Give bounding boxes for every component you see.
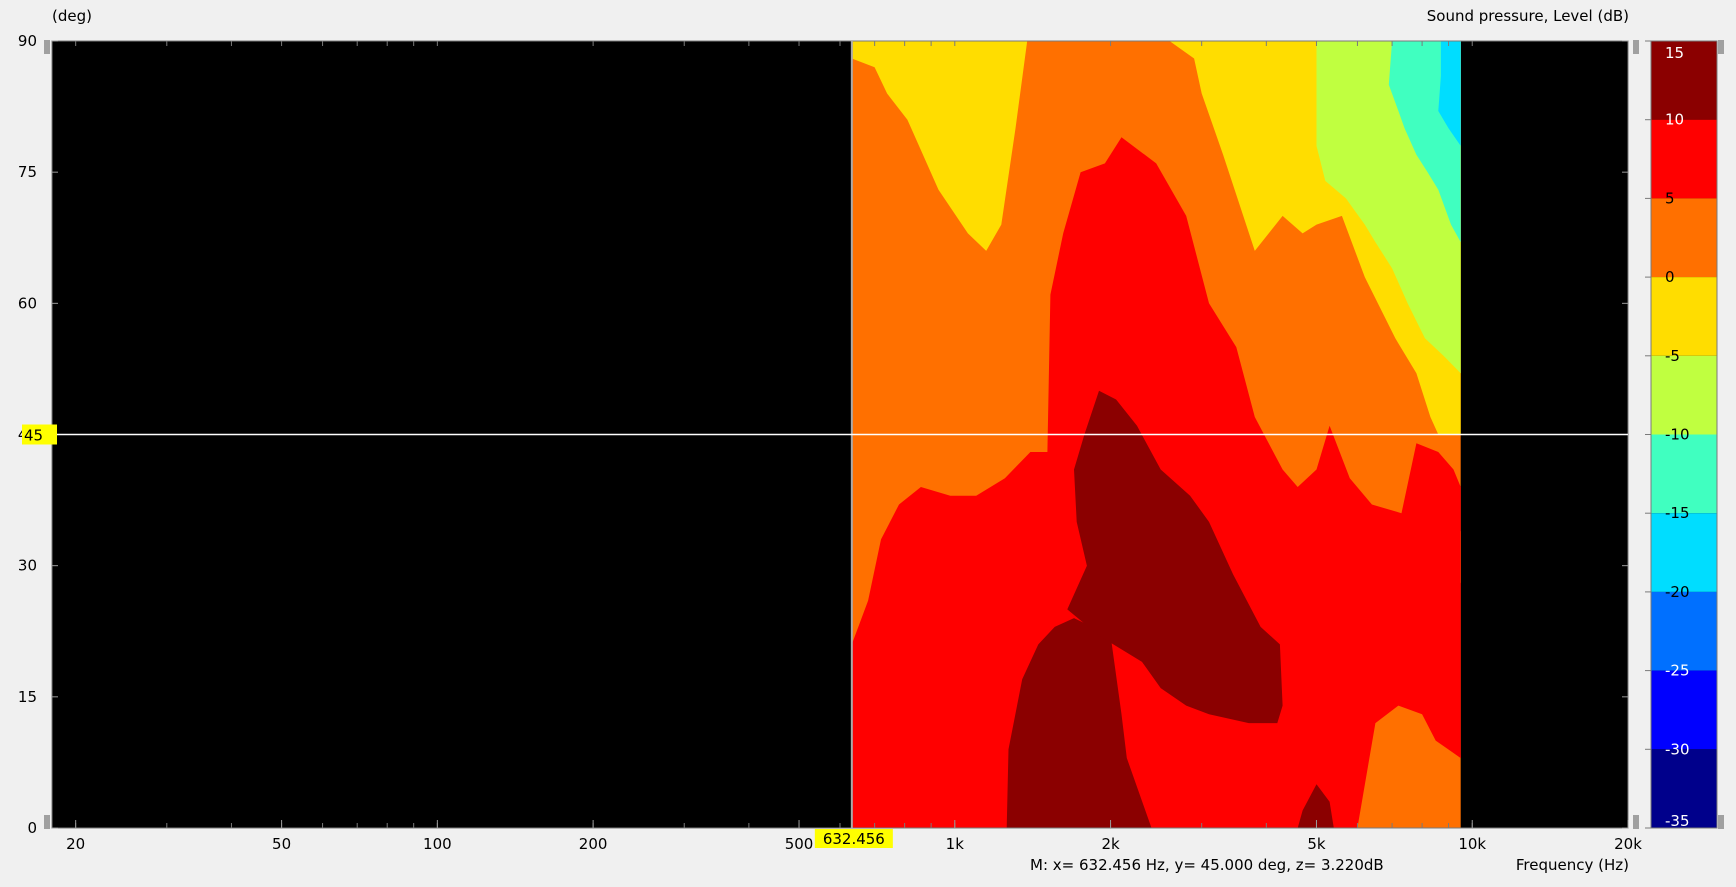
x-tick-label-500: 500	[785, 835, 814, 853]
y-tick-label-30: 30	[18, 557, 37, 575]
marker-y-label: 45	[24, 427, 43, 445]
colorbar-label-0: 0	[1665, 268, 1675, 286]
x-tick-label-1k: 1k	[946, 835, 965, 853]
y-tick-label-60: 60	[18, 294, 37, 312]
y-tick-label-0: 0	[27, 819, 37, 837]
y-scroll-handle-top[interactable]	[44, 40, 50, 54]
colorbar-label-10: 10	[1665, 111, 1684, 129]
colorbar-handle-bottom-right[interactable]	[1718, 815, 1724, 829]
colorbar-label-15: 15	[1665, 44, 1684, 62]
y-tick-label-15: 15	[18, 688, 37, 706]
x-tick-label-100: 100	[423, 835, 452, 853]
marker-readout: M: x= 632.456 Hz, y= 45.000 deg, z= 3.22…	[1030, 856, 1384, 874]
x-tick-label-50: 50	[272, 835, 291, 853]
colorbar-band	[1651, 591, 1717, 671]
y-tick-label-75: 75	[18, 163, 37, 181]
colorbar-label--15: -15	[1665, 504, 1690, 522]
chart-title: Sound pressure, Level (dB)	[1427, 7, 1629, 25]
colorbar-label-5: 5	[1665, 189, 1675, 207]
colorbar-label--10: -10	[1665, 426, 1690, 444]
colorbar-label--35: -35	[1665, 812, 1690, 830]
colorbar-handle-top[interactable]	[1633, 40, 1639, 54]
x-tick-label-20k: 20k	[1614, 835, 1642, 853]
colorbar-band	[1651, 670, 1717, 750]
colorbar-band	[1651, 355, 1717, 435]
colorbar-handle-top-right[interactable]	[1718, 40, 1724, 54]
heatmap-chart: (deg) Sound pressure, Level (dB) 20 50 100…	[18, 7, 1724, 874]
x-tick-label-10k: 10k	[1458, 835, 1486, 853]
colorbar-band	[1651, 277, 1717, 356]
colorbar-band	[1651, 513, 1717, 592]
y-tick-label-90: 90	[18, 32, 37, 50]
x-tick-label-20: 20	[66, 835, 85, 853]
colorbar-label--25: -25	[1665, 662, 1690, 680]
y-scroll-handle-bottom[interactable]	[44, 815, 50, 829]
colorbar-band	[1651, 434, 1717, 514]
x-tick-label-2k: 2k	[1101, 835, 1120, 853]
marker-x-label: 632.456	[823, 830, 885, 848]
colorbar-label--20: -20	[1665, 583, 1690, 601]
x-tick-label-5k: 5k	[1307, 835, 1326, 853]
colorbar-handle-bottom[interactable]	[1633, 815, 1639, 829]
colorbar-band	[1651, 119, 1717, 199]
colorbar-label--5: -5	[1665, 347, 1680, 365]
colorbar-band	[1651, 198, 1717, 278]
x-axis-title: Frequency (Hz)	[1516, 856, 1629, 874]
colorbar-label--30: -30	[1665, 740, 1690, 758]
x-tick-label-200: 200	[579, 835, 608, 853]
y-axis-title: (deg)	[52, 7, 92, 25]
